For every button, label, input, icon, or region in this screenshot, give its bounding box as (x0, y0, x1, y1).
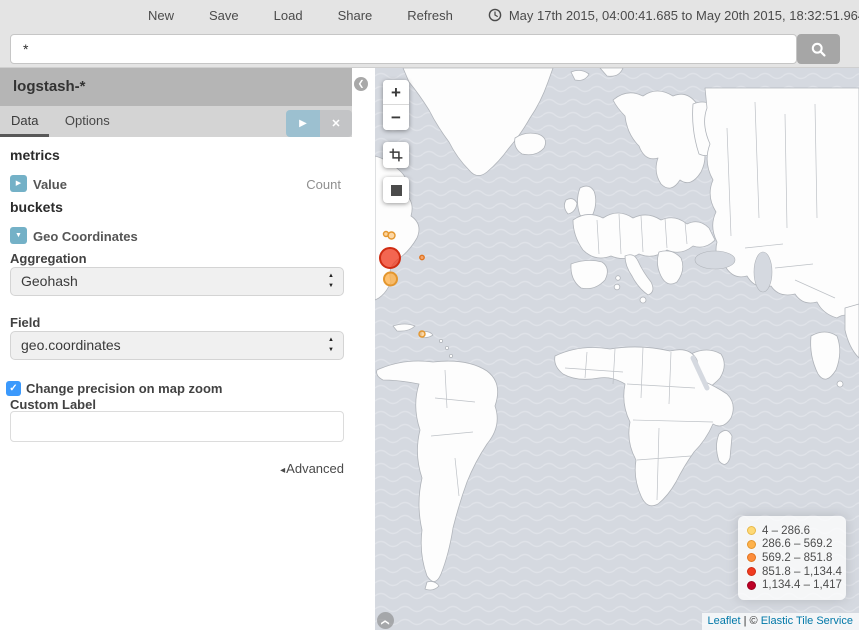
nav-new[interactable]: New (148, 8, 174, 23)
triangle-right-icon: ▶ (16, 180, 21, 187)
index-pattern-header: logstash-* (0, 68, 352, 106)
legend-dot (747, 526, 756, 535)
chevron-left-icon: ❮ (358, 79, 365, 88)
apply-changes-button[interactable]: ▶ (286, 110, 320, 137)
zoom-out-button[interactable]: − (383, 105, 409, 130)
legend-dot (747, 540, 756, 549)
triangle-down-icon: ▼ (15, 232, 22, 239)
play-icon: ▶ (299, 118, 307, 129)
close-icon: ✕ (331, 118, 340, 130)
search-icon (810, 41, 827, 58)
zoom-in-button[interactable]: + (383, 80, 409, 105)
precision-checkbox[interactable]: ✓ (6, 381, 21, 396)
legend-row: 851.8 – 1,134.4 (747, 565, 837, 579)
map-marker[interactable] (380, 248, 400, 268)
search-button[interactable] (797, 34, 840, 64)
bucket-label: Geo Coordinates (33, 229, 138, 244)
tab-options[interactable]: Options (54, 106, 121, 137)
vis-editor-sidebar: logstash-* Data Options ▶ ✕ ❮ metrics ▶ … (0, 68, 375, 630)
precision-label: Change precision on map zoom (26, 381, 222, 396)
map-attribution: Leaflet | © Elastic Tile Service (702, 613, 859, 630)
legend-dot (747, 581, 756, 590)
time-picker[interactable]: May 17th 2015, 04:00:41.685 to May 20th … (488, 8, 859, 23)
nav-refresh[interactable]: Refresh (407, 8, 453, 23)
fit-data-bounds-button[interactable] (383, 177, 409, 203)
crop-icon (389, 148, 403, 162)
bucket-toggle-button[interactable]: ▼ (10, 227, 27, 244)
metric-label: Value (33, 177, 67, 192)
time-range-label: May 17th 2015, 04:00:41.685 to May 20th … (509, 8, 859, 23)
legend-dot (747, 567, 756, 576)
legend-row: 286.6 – 569.2 (747, 538, 837, 552)
query-bar (0, 30, 859, 68)
metric-value: Count (306, 177, 341, 192)
legend-dot (747, 553, 756, 562)
square-icon (391, 185, 402, 196)
map-marker[interactable] (388, 232, 395, 239)
sidebar-collapse-button[interactable]: ❮ (354, 77, 368, 91)
top-nav-bar: New Save Load Share Refresh May 17th 201… (0, 0, 859, 30)
nav-load[interactable]: Load (274, 8, 303, 23)
clock-icon (488, 8, 502, 22)
search-input[interactable] (10, 34, 797, 64)
metric-toggle-button[interactable]: ▶ (10, 175, 27, 192)
check-icon: ✓ (9, 383, 17, 394)
advanced-toggle[interactable]: ◂Advanced (280, 461, 344, 476)
map-legend: 4 – 286.6 286.6 – 569.2 569.2 – 851.8 85… (738, 516, 846, 600)
tab-data[interactable]: Data (0, 106, 49, 137)
legend-row: 4 – 286.6 (747, 524, 837, 538)
aggregation-label: Aggregation (10, 251, 87, 266)
leaflet-link[interactable]: Leaflet (708, 615, 741, 627)
field-select[interactable]: geo.coordinates ▲▼ (10, 331, 344, 360)
kibana-visualize-screen: New Save Load Share Refresh May 17th 201… (0, 0, 859, 630)
updown-arrows-icon: ▲▼ (328, 335, 334, 355)
elastic-tile-service-link[interactable]: Elastic Tile Service (761, 615, 853, 627)
map-zoom-control: + − (383, 80, 409, 130)
legend-row: 569.2 – 851.8 (747, 551, 837, 565)
aggregation-select[interactable]: Geohash ▲▼ (10, 267, 344, 296)
chevron-up-icon: ❮ (377, 619, 394, 626)
legend-row: 1,134.4 – 1,417 (747, 578, 837, 592)
buckets-heading: buckets (10, 199, 63, 215)
updown-arrows-icon: ▲▼ (328, 271, 334, 291)
metrics-heading: metrics (10, 147, 60, 163)
map-marker[interactable] (419, 331, 425, 337)
map-marker[interactable] (384, 273, 397, 286)
field-label: Field (10, 315, 40, 330)
draw-filter-rectangle-button[interactable] (383, 142, 409, 168)
custom-label-heading: Custom Label (10, 397, 96, 412)
nav-share[interactable]: Share (338, 8, 373, 23)
discard-changes-button[interactable]: ✕ (320, 110, 352, 137)
triangle-left-icon: ◂ (280, 465, 285, 476)
nav-save[interactable]: Save (209, 8, 239, 23)
spy-panel-toggle[interactable]: ❮ (377, 612, 394, 629)
map-marker[interactable] (420, 255, 424, 259)
tile-map[interactable]: + − 4 – 286.6 286.6 – 569.2 569.2 – (375, 68, 859, 630)
custom-label-input[interactable] (10, 411, 344, 442)
